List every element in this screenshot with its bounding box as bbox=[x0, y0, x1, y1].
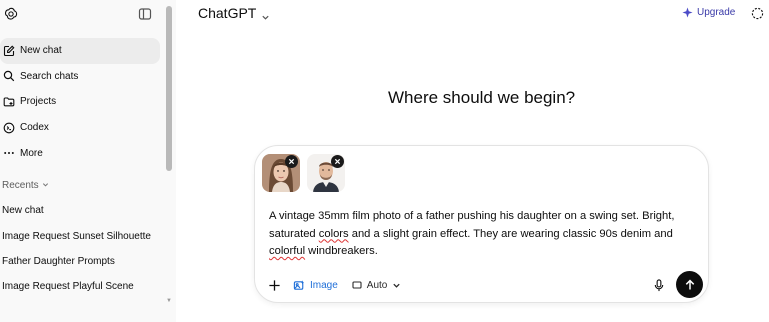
chevron-down-icon bbox=[393, 283, 401, 288]
sidebar-item-new-chat[interactable]: New chat bbox=[0, 38, 160, 64]
spellcheck-word: colorful bbox=[269, 245, 306, 257]
dictate-button[interactable] bbox=[652, 278, 666, 292]
upgrade-button[interactable]: Upgrade bbox=[682, 7, 735, 18]
aspect-ratio-select[interactable]: Auto bbox=[352, 280, 402, 291]
recents-label: Recents bbox=[2, 180, 39, 191]
page-headline: Where should we begin? bbox=[388, 88, 576, 107]
recent-chat-item[interactable]: Image Request Sunset Silhouette bbox=[2, 223, 162, 248]
sidebar-nav: New chat Search chats Projects Codex Mor… bbox=[0, 38, 160, 166]
sidebar-item-label: Codex bbox=[20, 122, 49, 134]
scrollbar-thumb[interactable] bbox=[166, 6, 172, 171]
sidebar-item-label: New chat bbox=[20, 45, 62, 57]
microphone-icon bbox=[654, 278, 664, 291]
recents-header[interactable]: Recents bbox=[2, 180, 49, 191]
image-tool-button[interactable]: Image bbox=[293, 279, 338, 292]
scroll-down-arrow-icon[interactable]: ▼ bbox=[166, 298, 172, 304]
prompt-text: and a slight grain effect. They are wear… bbox=[348, 227, 673, 240]
image-tool-label: Image bbox=[310, 279, 338, 291]
composer-toolbar: Image Auto bbox=[267, 275, 401, 295]
sidebar-item-projects[interactable]: Projects bbox=[0, 89, 160, 115]
more-icon bbox=[3, 147, 15, 159]
remove-attachment-button[interactable] bbox=[331, 155, 344, 168]
sidebar-item-search-chats[interactable]: Search chats bbox=[0, 64, 160, 90]
recents-list: New chat Image Request Sunset Silhouette… bbox=[2, 198, 162, 300]
prompt-input[interactable]: A vintage 35mm film photo of a father pu… bbox=[269, 208, 699, 261]
edit-icon bbox=[3, 45, 15, 57]
sidebar-toggle-icon[interactable] bbox=[138, 7, 152, 21]
composer: A vintage 35mm film photo of a father pu… bbox=[254, 145, 709, 303]
prompt-text: windbreakers. bbox=[305, 245, 378, 257]
temporary-chat-icon[interactable] bbox=[751, 7, 764, 20]
sidebar-header bbox=[0, 0, 176, 30]
codex-icon bbox=[3, 122, 15, 134]
send-button[interactable] bbox=[676, 271, 703, 298]
sidebar-item-more[interactable]: More bbox=[0, 140, 160, 166]
folder-icon bbox=[3, 96, 15, 108]
search-icon bbox=[3, 70, 15, 82]
plus-icon bbox=[268, 279, 280, 291]
close-icon bbox=[334, 158, 341, 165]
sidebar-item-codex[interactable]: Codex bbox=[0, 115, 160, 141]
arrow-up-icon bbox=[685, 279, 694, 289]
aspect-ratio-icon bbox=[352, 281, 362, 289]
add-attachment-button[interactable] bbox=[267, 278, 281, 292]
aspect-ratio-value: Auto bbox=[366, 279, 388, 291]
image-tool-icon bbox=[293, 279, 305, 290]
openai-logo-icon[interactable] bbox=[3, 6, 19, 22]
chevron-down-icon bbox=[42, 181, 49, 190]
sidebar-item-label: More bbox=[20, 147, 43, 159]
sidebar-item-label: Projects bbox=[20, 96, 57, 108]
spellcheck-word: colors bbox=[318, 227, 349, 240]
upgrade-label: Upgrade bbox=[697, 7, 736, 18]
close-icon bbox=[288, 158, 295, 165]
sidebar-item-label: Search chats bbox=[20, 70, 79, 82]
remove-attachment-button[interactable] bbox=[285, 155, 298, 168]
sparkle-icon bbox=[682, 7, 693, 18]
model-selector[interactable]: ChatGPT bbox=[198, 5, 270, 21]
chevron-down-icon bbox=[261, 9, 270, 20]
recent-chat-item[interactable]: Image Request Playful Scene bbox=[2, 274, 162, 299]
sidebar: New chat Search chats Projects Codex Mor… bbox=[0, 0, 176, 322]
recent-chat-item[interactable]: Father Daughter Prompts bbox=[2, 249, 162, 274]
sidebar-scrollbar[interactable]: ▼ bbox=[166, 6, 172, 306]
recent-chat-item[interactable]: New chat bbox=[2, 198, 162, 223]
model-name: ChatGPT bbox=[198, 5, 257, 21]
